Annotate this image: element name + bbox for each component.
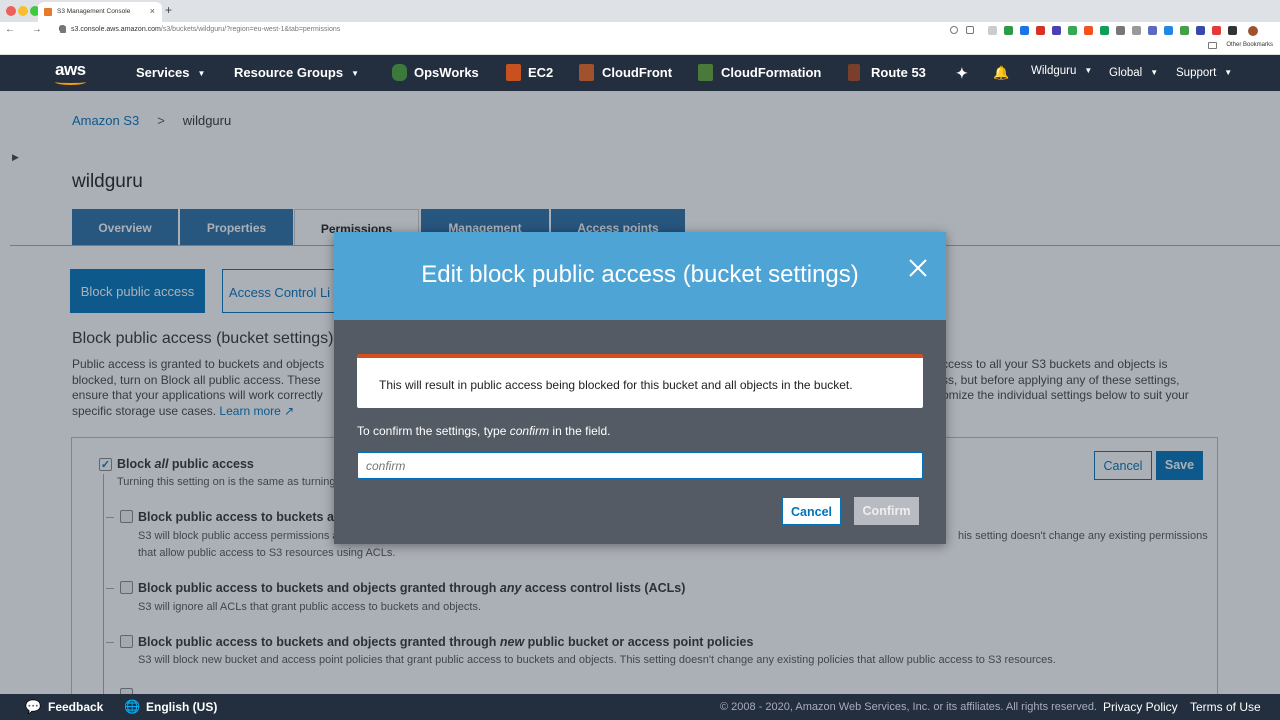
url-host: s3.console.aws.amazon.com [71, 26, 161, 33]
support-label: Support [1176, 67, 1217, 79]
edit-block-public-access-modal: Edit block public access (bucket setting… [334, 232, 946, 544]
new-tab-button[interactable]: + [165, 3, 172, 17]
services-label: Services [136, 65, 190, 80]
extension-icon[interactable] [1020, 26, 1029, 35]
extension-icon[interactable] [988, 26, 997, 35]
chevron-down-icon: ▼ [1150, 68, 1159, 78]
console-footer: 💬 Feedback 🌐 English (US) © 2008 - 2020,… [0, 694, 1280, 720]
account-menu[interactable]: Wildguru ▼ [1031, 65, 1092, 77]
confirm-input[interactable] [357, 452, 923, 479]
globe-icon: 🌐 [124, 699, 141, 714]
instruction-emphasis: confirm [509, 424, 550, 438]
cloudformation-shortcut[interactable]: CloudFormation [721, 65, 821, 80]
extension-icon[interactable] [1196, 26, 1205, 35]
modal-header: Edit block public access (bucket setting… [334, 232, 946, 320]
extension-icon[interactable] [1068, 26, 1077, 35]
region-label: Global [1109, 67, 1143, 79]
extension-icon[interactable] [1228, 26, 1237, 35]
extension-icon[interactable] [1036, 26, 1045, 35]
support-menu[interactable]: Support ▼ [1176, 67, 1232, 79]
feedback-link[interactable]: Feedback [48, 700, 103, 714]
extension-icon[interactable] [1116, 26, 1125, 35]
extension-icon[interactable] [1180, 26, 1189, 35]
aws-top-nav: aws Services ▼ Resource Groups ▼ OpsWorks … [0, 55, 1280, 91]
chevron-down-icon: ▼ [197, 69, 206, 79]
close-tab-icon[interactable]: × [150, 6, 155, 16]
instruction-text: in the field. [549, 424, 611, 438]
bookmarks-bar: Other Bookmarks [0, 39, 1280, 55]
resource-groups-menu[interactable]: Resource Groups ▼ [234, 65, 359, 80]
browser-tab[interactable]: S3 Management Console × [38, 2, 162, 22]
instruction-text: To confirm the settings, type [357, 424, 510, 438]
warning-alert: This will result in public access being … [357, 354, 923, 408]
region-menu[interactable]: Global ▼ [1109, 67, 1158, 79]
extension-icon[interactable] [1148, 26, 1157, 35]
aws-logo[interactable]: aws [55, 60, 86, 80]
copyright: © 2008 - 2020, Amazon Web Services, Inc.… [720, 701, 1097, 713]
modal-cancel-button[interactable]: Cancel [782, 497, 841, 525]
browser-tab-bar: S3 Management Console × + [0, 0, 1280, 22]
pin-icon[interactable]: ✦ [956, 65, 968, 82]
ec2-shortcut[interactable]: EC2 [528, 65, 553, 80]
extension-icon[interactable] [1004, 26, 1013, 35]
route53-icon [848, 64, 860, 81]
close-icon[interactable] [906, 256, 930, 280]
bell-icon[interactable]: 🔔 [993, 65, 1009, 81]
cloudformation-icon [698, 64, 713, 81]
minimize-window-icon[interactable] [18, 6, 28, 16]
other-bookmarks[interactable]: Other Bookmarks [1226, 42, 1273, 48]
route53-shortcut[interactable]: Route 53 [871, 65, 926, 80]
browser-tab-title: S3 Management Console [57, 8, 131, 15]
language-selector[interactable]: English (US) [146, 700, 217, 714]
cloudfront-icon [579, 64, 594, 81]
extension-icon[interactable] [1212, 26, 1221, 35]
url-path: /s3/buckets/wildguru/?region=eu-west-1&t… [160, 26, 341, 33]
feedback-icon: 💬 [25, 699, 42, 714]
lock-icon [60, 26, 66, 33]
confirm-instruction: To confirm the settings, type confirm in… [357, 424, 610, 438]
account-label: Wildguru [1031, 65, 1077, 77]
privacy-policy-link[interactable]: Privacy Policy [1103, 700, 1178, 714]
services-menu[interactable]: Services ▼ [136, 65, 205, 80]
extension-icon[interactable] [1100, 26, 1109, 35]
warning-text: This will result in public access being … [379, 378, 853, 392]
extension-icon[interactable] [1052, 26, 1061, 35]
resource-groups-label: Resource Groups [234, 65, 344, 80]
cloudfront-shortcut[interactable]: CloudFront [602, 65, 672, 80]
opsworks-icon [392, 64, 407, 81]
terms-of-use-link[interactable]: Terms of Use [1190, 700, 1261, 714]
folder-icon [1208, 42, 1217, 49]
chevron-down-icon: ▼ [351, 69, 360, 79]
chevron-down-icon: ▼ [1224, 68, 1233, 78]
url-field[interactable]: s3.console.aws.amazon.com/s3/buckets/wil… [71, 26, 340, 33]
extension-icon[interactable] [1084, 26, 1093, 35]
star-icon[interactable] [966, 26, 974, 34]
profile-avatar[interactable] [1248, 26, 1258, 36]
modal-confirm-button[interactable]: Confirm [854, 497, 919, 525]
extension-icon[interactable] [1164, 26, 1173, 35]
extension-icon[interactable] [1132, 26, 1141, 35]
ec2-icon [506, 64, 521, 81]
address-bar: ← → C s3.console.aws.amazon.com/s3/bucke… [0, 22, 1280, 39]
close-window-icon[interactable] [6, 6, 16, 16]
chevron-down-icon: ▼ [1084, 66, 1093, 76]
opsworks-shortcut[interactable]: OpsWorks [414, 65, 479, 80]
zoom-icon[interactable] [950, 26, 958, 34]
aws-favicon-icon [44, 8, 52, 16]
modal-title: Edit block public access (bucket setting… [421, 261, 859, 288]
aws-logo-smile-icon [55, 79, 86, 85]
